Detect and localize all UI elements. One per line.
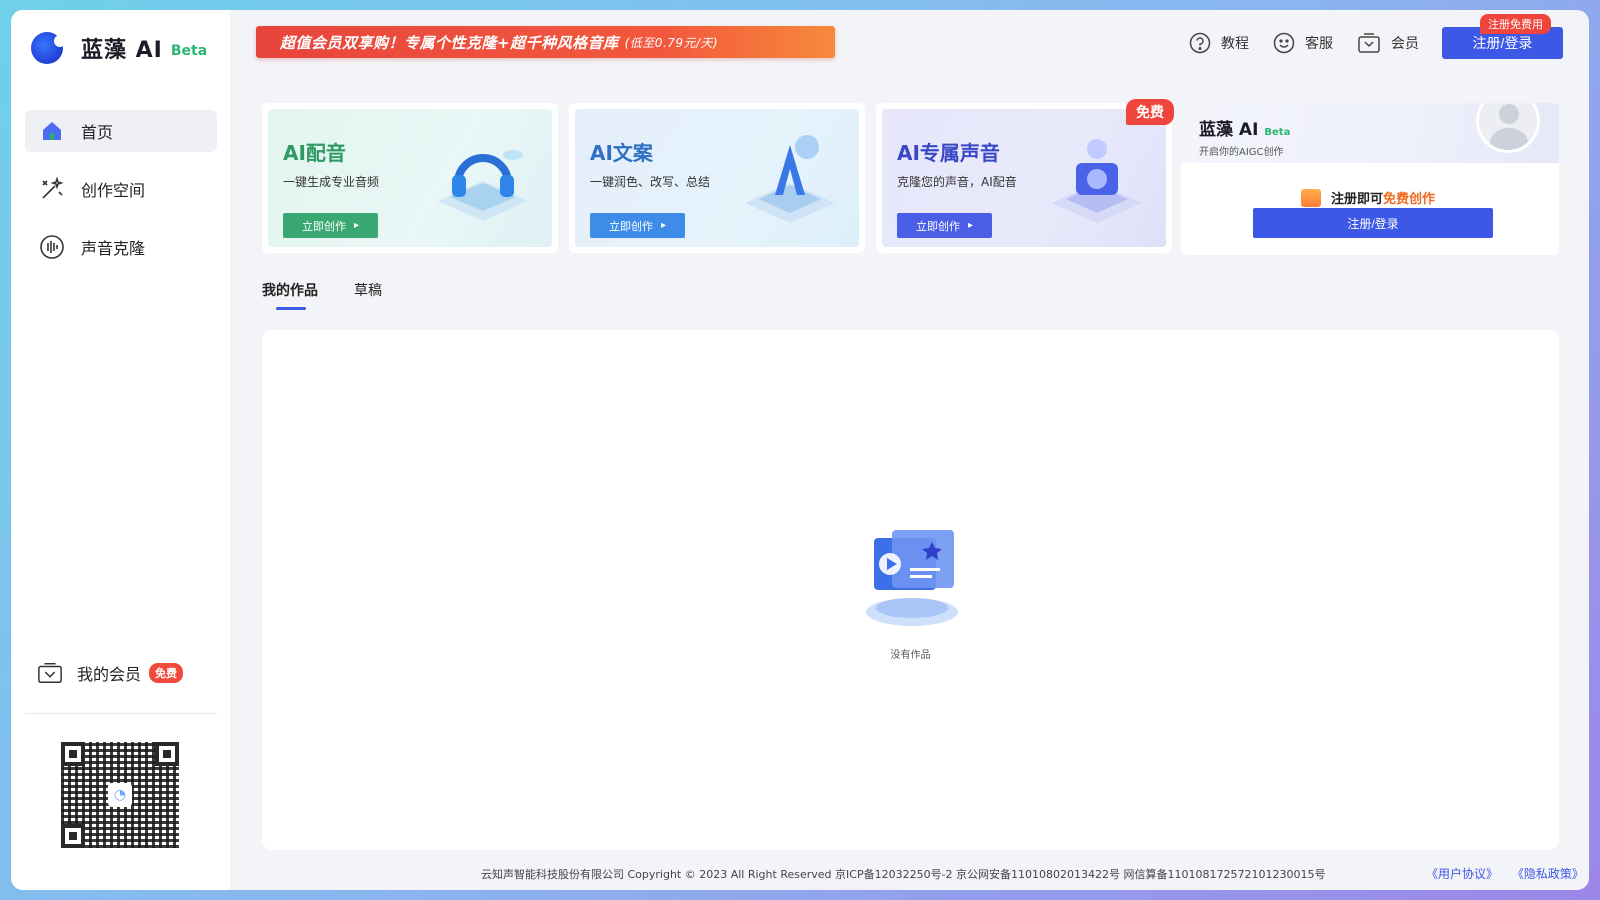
card-ai-copywriting[interactable]: AI文案 一键润色、改写、总结 立即创作 <box>569 103 865 253</box>
promo-highlight: 免费创作 <box>1383 192 1436 207</box>
sidebar-item-voice-clone[interactable]: 声音克隆 <box>25 226 217 268</box>
sidebar-divider <box>25 713 217 714</box>
sidebar: 蓝藻 AI Beta 首页 创作空间 声音克隆 我的会员 免费 ◔ <box>11 10 230 890</box>
login-card-button[interactable]: 注册/登录 <box>1253 208 1493 238</box>
free-badge: 免费 <box>149 663 184 683</box>
create-now-button[interactable]: 立即创作 <box>897 213 992 238</box>
card-ai-dubbing[interactable]: AI配音 一键生成专业音频 立即创作 <box>262 103 558 253</box>
footer-links: 《用户协议》 《隐私政策》 <box>1416 865 1584 882</box>
tab-my-works[interactable]: 我的作品 <box>262 280 318 310</box>
card-title: AI专属声音 <box>897 141 1000 165</box>
card-body: AI专属声音 克隆您的声音，AI配音 立即创作 <box>882 109 1166 247</box>
member-label: 会员 <box>1391 36 1419 52</box>
card-subtitle: 一键润色、改写、总结 <box>590 175 711 189</box>
app-name: 蓝藻 AI <box>81 38 163 63</box>
login-card-header: 蓝藻 AI Beta 开启你的AIGC创作 <box>1181 103 1559 163</box>
login-card-subtitle: 开启你的AIGC创作 <box>1199 147 1284 158</box>
register-free-badge: 注册免费用 <box>1480 14 1551 34</box>
gift-icon <box>1301 188 1321 207</box>
tab-drafts[interactable]: 草稿 <box>354 280 382 310</box>
create-now-button[interactable]: 立即创作 <box>590 213 685 238</box>
card-subtitle: 克隆您的声音，AI配音 <box>897 175 1017 189</box>
tutorial-label: 教程 <box>1221 36 1249 52</box>
works-tabs: 我的作品 草稿 <box>262 280 418 310</box>
member-icon <box>37 660 63 686</box>
user-agreement-link[interactable]: 《用户协议》 <box>1426 867 1498 881</box>
voice-wave-icon <box>39 234 65 260</box>
card-title: AI文案 <box>590 141 653 165</box>
my-membership[interactable]: 我的会员 免费 <box>37 660 184 686</box>
works-panel: 没有作品 <box>262 330 1559 850</box>
promo-prefix: 注册即可 <box>1331 192 1384 207</box>
sidebar-item-label: 声音克隆 <box>81 239 146 258</box>
banner-note: (低至0.79元/天) <box>624 35 719 50</box>
chat-bubble-icon: ◔ <box>108 783 132 807</box>
service-label: 客服 <box>1305 36 1333 52</box>
headphones-icon <box>438 150 528 221</box>
qr-corner <box>61 824 85 848</box>
beta-label: Beta <box>1264 127 1291 138</box>
promo-banner[interactable]: 超值会员双享购！专属个性克隆+超千种风格音库 (低至0.79元/天) <box>256 26 835 58</box>
app-window: 蓝藻 AI Beta 首页 创作空间 声音克隆 我的会员 免费 ◔ 超值会员双享… <box>11 10 1589 890</box>
sidebar-item-label: 首页 <box>81 123 114 142</box>
sidebar-item-workspace[interactable]: 创作空间 <box>25 168 217 210</box>
member-label: 我的会员 <box>77 665 142 684</box>
beta-label: Beta <box>170 43 208 59</box>
top-links: 教程 客服 会员 <box>1189 32 1443 54</box>
empty-state-text: 没有作品 <box>890 650 931 661</box>
banner-text: 超值会员双享购！专属个性克隆+超千种风格音库 <box>280 33 619 52</box>
logo-icon <box>31 32 66 64</box>
tutorial-link[interactable]: 教程 <box>1189 32 1249 54</box>
smile-icon <box>1273 32 1295 54</box>
card-ai-custom-voice[interactable]: AI专属声音 克隆您的声音，AI配音 立即创作 免费 <box>876 99 1174 253</box>
privacy-policy-link[interactable]: 《隐私政策》 <box>1512 867 1584 881</box>
camera-icon <box>1052 139 1142 223</box>
sidebar-item-label: 创作空间 <box>81 181 146 200</box>
login-card-title: 蓝藻 AI Beta <box>1199 115 1290 140</box>
qr-corner <box>61 742 85 766</box>
customer-service-link[interactable]: 客服 <box>1273 32 1333 54</box>
sidebar-item-home[interactable]: 首页 <box>25 110 217 152</box>
footer-copyright: 云知声智能科技股份有限公司 Copyright © 2023 All Right… <box>481 868 1326 881</box>
card-subtitle: 一键生成专业音频 <box>283 175 380 189</box>
sidebar-nav: 首页 创作空间 声音克隆 <box>25 110 217 284</box>
member-icon <box>1358 33 1380 53</box>
magic-wand-icon <box>39 176 65 202</box>
card-body: AI文案 一键润色、改写、总结 立即创作 <box>575 109 859 247</box>
letter-a-icon <box>745 135 835 223</box>
login-card-app-name: 蓝藻 AI <box>1199 120 1259 140</box>
qr-code: ◔ <box>61 742 179 848</box>
login-card: 蓝藻 AI Beta 开启你的AIGC创作 注册即可 免费创作 注册/登录 <box>1181 103 1559 255</box>
qr-corner <box>155 742 179 766</box>
avatar[interactable] <box>1476 103 1540 153</box>
create-now-button[interactable]: 立即创作 <box>283 213 378 238</box>
logo[interactable]: 蓝藻 AI Beta <box>31 32 207 64</box>
member-link[interactable]: 会员 <box>1357 32 1419 54</box>
register-promo: 注册即可 免费创作 <box>1301 188 1435 207</box>
card-title: AI配音 <box>283 141 346 165</box>
empty-works-illustration <box>866 530 958 626</box>
help-circle-icon <box>1189 32 1211 54</box>
card-body: AI配音 一键生成专业音频 立即创作 <box>268 109 552 247</box>
home-icon <box>39 118 65 144</box>
free-badge: 免费 <box>1126 99 1174 125</box>
